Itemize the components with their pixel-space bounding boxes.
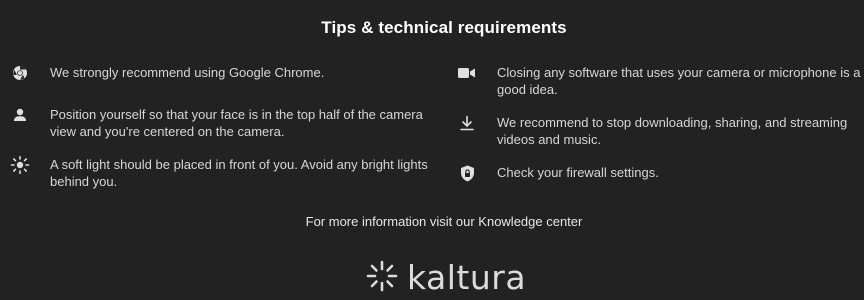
tip-chrome: We strongly recommend using Google Chrom… [8,64,440,82]
kaltura-logo-icon [365,259,399,298]
light-icon [8,156,32,174]
knowledge-center-link[interactable]: For more information visit our Knowledge… [0,214,864,229]
tip-camera: Closing any software that uses your came… [455,64,864,98]
tip-download: We recommend to stop downloading, sharin… [455,114,864,148]
tip-firewall: Check your firewall settings. [455,164,864,182]
tip-text: A soft light should be placed in front o… [50,157,428,189]
tip-position: Position yourself so that your face is i… [8,106,440,140]
chrome-icon [8,64,32,82]
tip-text: We recommend to stop downloading, sharin… [497,115,848,147]
tip-text: Position yourself so that your face is i… [50,107,423,139]
person-icon [8,106,32,124]
tips-panel: Tips & technical requirements We strongl… [0,0,864,300]
page-title: Tips & technical requirements [321,18,567,37]
tip-text: We strongly recommend using Google Chrom… [50,65,325,80]
kaltura-logo: kaltura [365,258,526,298]
tip-text: Closing any software that uses your came… [497,65,861,97]
shield-lock-icon [455,164,479,182]
brand-name: kaltura [407,258,527,297]
tip-lighting: A soft light should be placed in front o… [8,156,440,190]
tip-text: Check your firewall settings. [497,165,659,180]
camera-icon [455,64,479,82]
download-icon [455,114,479,132]
